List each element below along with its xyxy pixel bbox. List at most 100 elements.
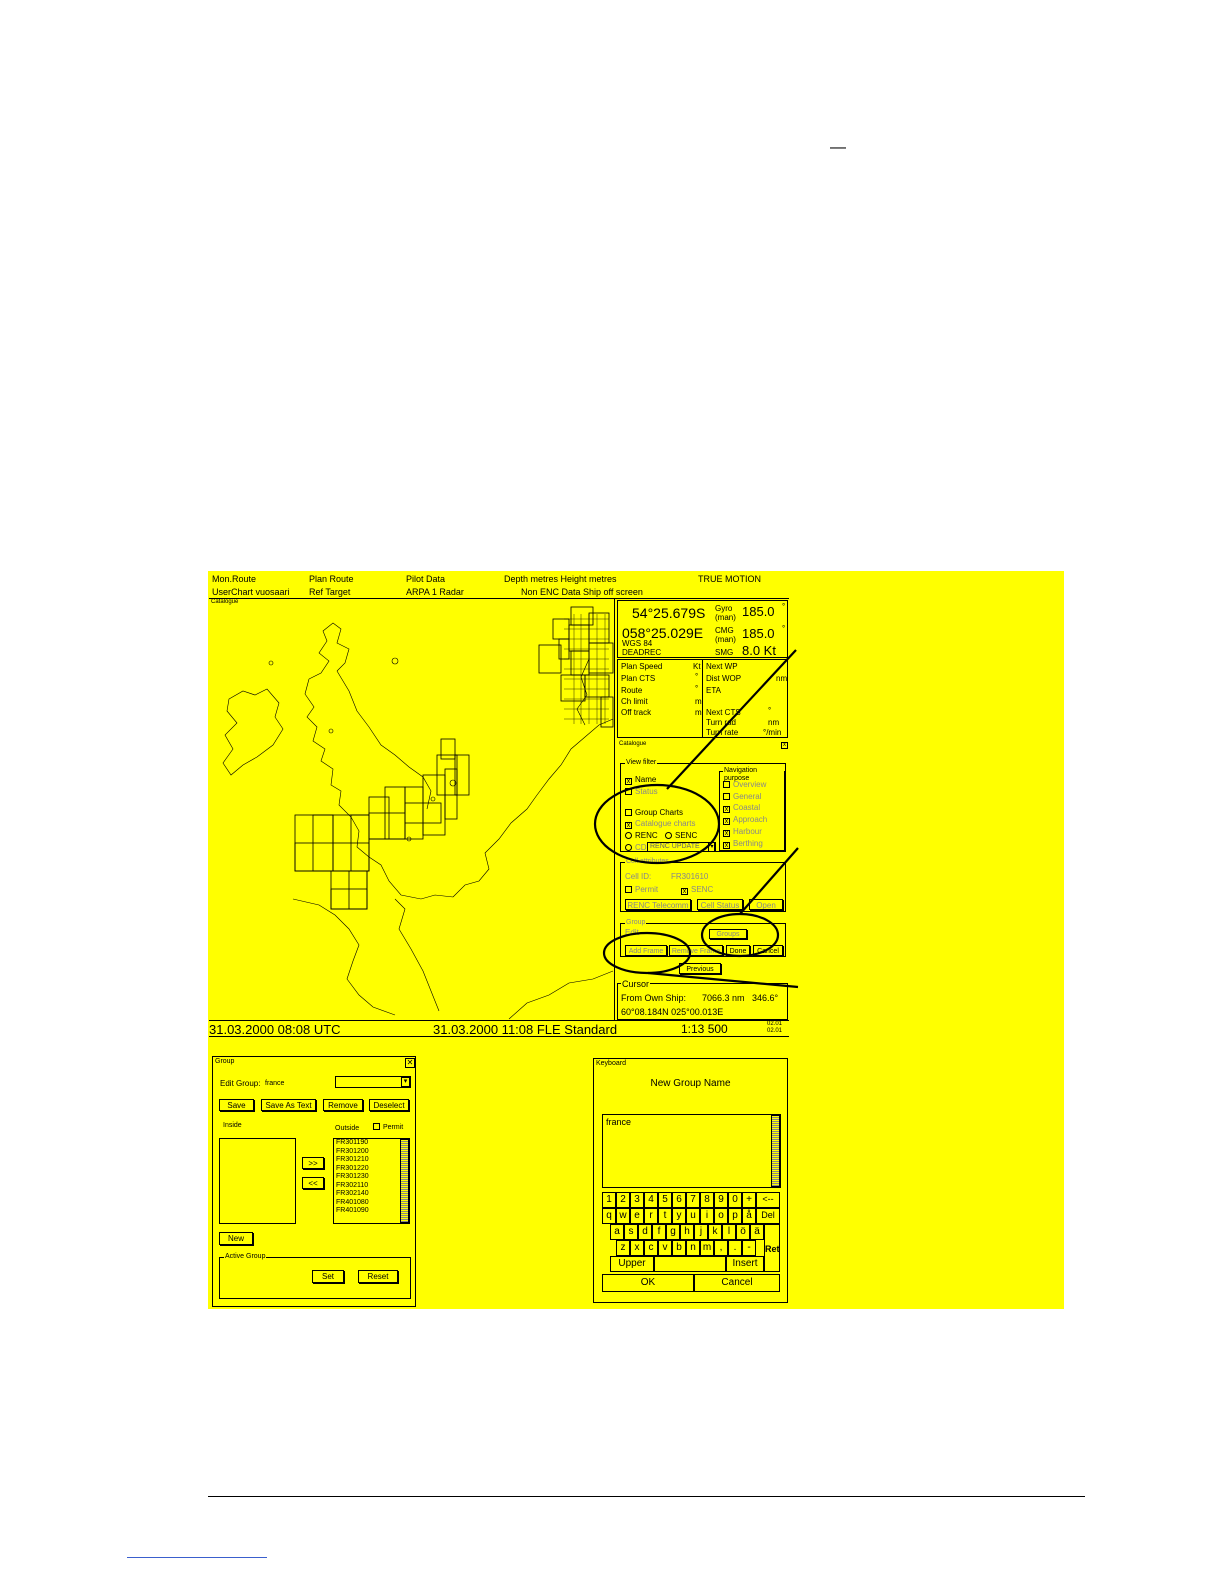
key-minus[interactable]: - — [742, 1240, 756, 1256]
key-g[interactable]: g — [666, 1224, 680, 1240]
list-item[interactable]: FR302140 — [334, 1190, 409, 1199]
close-icon[interactable]: ✕ — [405, 1058, 415, 1068]
status-depth-height[interactable]: Depth metres Height metres — [504, 574, 617, 585]
key-9[interactable]: 9 — [714, 1192, 728, 1208]
key-h[interactable]: h — [680, 1224, 694, 1240]
list-item[interactable]: FR401080 — [334, 1199, 409, 1208]
permit-filter-checkbox[interactable]: Permit — [373, 1123, 403, 1133]
remove-button[interactable]: Remove — [323, 1099, 363, 1111]
key-period[interactable]: . — [728, 1240, 742, 1256]
save-as-text-button[interactable]: Save As Text — [261, 1099, 316, 1111]
status-ref-target[interactable]: Ref Target — [309, 587, 350, 598]
textarea-scrollbar[interactable] — [771, 1115, 780, 1187]
status-mon-route[interactable]: Mon.Route — [212, 574, 256, 585]
key-f[interactable]: f — [652, 1224, 666, 1240]
key-7[interactable]: 7 — [686, 1192, 700, 1208]
nav-harbour-checkbox[interactable]: x Harbour — [723, 827, 762, 837]
senc-radio[interactable]: SENC — [665, 831, 697, 841]
open-button[interactable]: Open — [749, 899, 783, 910]
key-p[interactable]: p — [728, 1208, 742, 1224]
key-backspace[interactable]: <-- — [756, 1192, 780, 1208]
nav-overview-checkbox[interactable]: Overview — [723, 780, 766, 790]
permit-checkbox[interactable]: Permit — [625, 885, 658, 895]
key-s[interactable]: s — [624, 1224, 638, 1240]
remove-frame-button[interactable]: Remove Frame — [669, 945, 723, 956]
status-checkbox[interactable]: Status — [625, 787, 658, 797]
save-button[interactable]: Save — [219, 1099, 254, 1111]
list-item[interactable]: FR401090 — [334, 1207, 409, 1216]
key-5[interactable]: 5 — [658, 1192, 672, 1208]
list-item[interactable]: FR301220 — [334, 1165, 409, 1174]
add-frame-button[interactable]: Add Frame — [625, 945, 667, 956]
key-n[interactable]: n — [686, 1240, 700, 1256]
groups-button[interactable]: Groups — [709, 929, 747, 939]
key-z[interactable]: z — [616, 1240, 630, 1256]
key-x[interactable]: x — [630, 1240, 644, 1256]
done-button[interactable]: Done — [726, 945, 750, 956]
key-q[interactable]: q — [602, 1208, 616, 1224]
status-pilot-data[interactable]: Pilot Data — [406, 574, 445, 585]
status-userchart[interactable]: UserChart vuosaari — [212, 587, 290, 598]
key-return[interactable]: Ret — [764, 1224, 780, 1272]
key-v[interactable]: v — [658, 1240, 672, 1256]
name-checkbox[interactable]: x Name — [625, 775, 656, 785]
key-o[interactable]: o — [714, 1208, 728, 1224]
key-d[interactable]: d — [638, 1224, 652, 1240]
group-name-textarea[interactable]: france — [602, 1114, 781, 1188]
key-y[interactable]: y — [672, 1208, 686, 1224]
nav-general-checkbox[interactable]: General — [723, 792, 761, 802]
list-item[interactable]: FR301210 — [334, 1156, 409, 1165]
chevron-down-icon[interactable]: ▾ — [708, 842, 716, 852]
status-plan-route[interactable]: Plan Route — [309, 574, 354, 585]
key-a-ring[interactable]: å — [742, 1208, 756, 1224]
list-item[interactable]: FR301230 — [334, 1173, 409, 1182]
key-2[interactable]: 2 — [616, 1192, 630, 1208]
reset-button[interactable]: Reset — [358, 1270, 398, 1283]
move-right-button[interactable]: >> — [302, 1157, 324, 1169]
list-item[interactable]: FR301190 — [334, 1139, 409, 1148]
set-button[interactable]: Set — [312, 1270, 344, 1283]
key-j[interactable]: j — [694, 1224, 708, 1240]
key-c[interactable]: c — [644, 1240, 658, 1256]
key-m[interactable]: m — [700, 1240, 714, 1256]
key-6[interactable]: 6 — [672, 1192, 686, 1208]
nav-berthing-checkbox[interactable]: x Berthing — [723, 839, 763, 849]
key-delete[interactable]: Del — [756, 1208, 780, 1224]
key-r[interactable]: r — [644, 1208, 658, 1224]
inside-list[interactable] — [219, 1138, 296, 1224]
new-button[interactable]: New — [219, 1232, 253, 1245]
key-3[interactable]: 3 — [630, 1192, 644, 1208]
key-a-umlaut[interactable]: ä — [750, 1224, 764, 1240]
renc-radio[interactable]: RENC — [625, 831, 658, 841]
group-charts-checkbox[interactable]: Group Charts — [625, 808, 683, 818]
status-arpa-radar[interactable]: ARPA 1 Radar — [406, 587, 464, 598]
cd-radio[interactable]: CD — [625, 843, 647, 853]
previous-button[interactable]: Previous — [679, 963, 721, 974]
ok-button[interactable]: OK — [602, 1274, 694, 1292]
cell-status-button[interactable]: Cell Status — [697, 899, 743, 910]
catalogue-close-button[interactable]: x — [781, 742, 788, 749]
renc-telecomm-button[interactable]: RENC Telecomm — [625, 899, 691, 910]
key-1[interactable]: 1 — [602, 1192, 616, 1208]
key-upper[interactable]: Upper — [610, 1256, 654, 1272]
key-space[interactable] — [654, 1256, 726, 1272]
key-t[interactable]: t — [658, 1208, 672, 1224]
renc-update-dropdown[interactable]: RENC UPDATE — [647, 842, 715, 852]
list-scrollbar[interactable] — [400, 1139, 409, 1223]
key-l[interactable]: l — [722, 1224, 736, 1240]
group-select[interactable] — [335, 1076, 411, 1088]
list-item[interactable]: FR301200 — [334, 1148, 409, 1157]
key-4[interactable]: 4 — [644, 1192, 658, 1208]
cancel-button[interactable]: Cancel — [753, 945, 783, 956]
key-8[interactable]: 8 — [700, 1192, 714, 1208]
catalogue-charts-checkbox[interactable]: x Catalogue charts — [625, 819, 695, 829]
key-o-umlaut[interactable]: ö — [736, 1224, 750, 1240]
key-a[interactable]: a — [610, 1224, 624, 1240]
key-k[interactable]: k — [708, 1224, 722, 1240]
senc-checkbox[interactable]: x SENC — [681, 885, 713, 895]
key-comma[interactable]: , — [714, 1240, 728, 1256]
key-i[interactable]: i — [700, 1208, 714, 1224]
nav-coastal-checkbox[interactable]: x Coastal — [723, 803, 760, 813]
footer-link-underline[interactable] — [127, 1557, 267, 1558]
keyboard-cancel-button[interactable]: Cancel — [694, 1274, 780, 1292]
